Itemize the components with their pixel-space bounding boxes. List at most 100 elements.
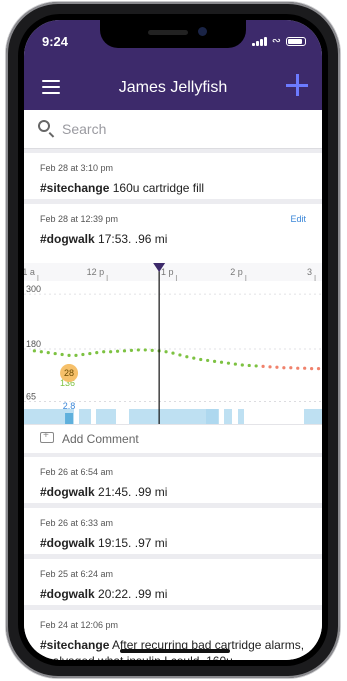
glucose-chart-svg: 11 a12 p1 p2 p330018065136282.8: [24, 263, 322, 424]
glucose-point: [275, 365, 279, 369]
glucose-point: [310, 367, 314, 371]
phone-frame: 9:24 ∾ James Jellyfish Search Feb 28 at …: [6, 2, 340, 678]
entry-date: Feb 26 at 6:33 am: [40, 518, 114, 528]
y-tick-label: 300: [26, 284, 41, 294]
glucose-point: [254, 364, 258, 368]
glucose-point: [109, 350, 113, 354]
entry-date: Feb 24 at 12:06 pm: [40, 620, 119, 630]
app-bar: James Jellyfish: [24, 64, 322, 110]
glucose-point: [122, 349, 127, 353]
y-tick-label: 65: [26, 392, 36, 402]
entry-text: #dogwalk 21:45. .99 mi: [40, 484, 310, 500]
entry-body: 17:53. .96 mi: [98, 232, 168, 246]
glucose-point: [199, 357, 203, 362]
status-time: 9:24: [42, 34, 69, 49]
glucose-point: [102, 350, 106, 354]
insulin-basal-bar: [129, 409, 219, 424]
glucose-point: [185, 355, 189, 359]
x-tick-label: 11 a: [24, 267, 35, 277]
status-icons: ∾: [251, 35, 306, 47]
glucose-point: [88, 351, 92, 356]
glucose-point: [53, 351, 57, 356]
entry-tag[interactable]: #sitechange: [40, 181, 109, 195]
entry-tag[interactable]: #dogwalk: [40, 485, 95, 499]
entry-tag[interactable]: #dogwalk: [40, 536, 95, 550]
add-comment-icon: [40, 430, 54, 443]
glucose-point: [150, 348, 154, 352]
list-item-expanded[interactable]: Feb 28 at 12:39 pm Edit #dogwalk 17:53. …: [24, 204, 322, 263]
phone-bezel: 9:24 ∾ James Jellyfish Search Feb 28 at …: [18, 14, 328, 666]
carbs-label: 28: [64, 368, 74, 378]
glucose-point: [219, 360, 224, 364]
insulin-basal-bar: [224, 409, 232, 424]
glucose-point: [60, 352, 64, 357]
entry-body: 19:15. .97 mi: [98, 536, 168, 550]
x-tick-label: 1 p: [161, 267, 174, 277]
insulin-basal-bar: [79, 409, 91, 424]
entry-tag[interactable]: #dogwalk: [40, 232, 95, 246]
search-bar: [24, 110, 322, 149]
glucose-point: [226, 361, 231, 365]
glucose-point: [206, 358, 210, 363]
list-item[interactable]: Feb 25 at 6:24 am #dogwalk 20:22. .99 mi: [24, 559, 322, 605]
entry-body: 21:45. .99 mi: [98, 485, 168, 499]
entry-text: #dogwalk 20:22. .99 mi: [40, 586, 310, 602]
add-icon[interactable]: [286, 74, 308, 96]
glucose-point: [81, 352, 85, 357]
glucose-point: [240, 363, 244, 367]
chart-background: [24, 263, 322, 424]
glucose-point: [171, 351, 175, 355]
edit-button[interactable]: Edit: [290, 214, 306, 224]
y-tick-label: 180: [26, 339, 41, 349]
status-bar: 9:24 ∾: [24, 20, 322, 64]
speaker-grille: [148, 30, 188, 35]
entry-date: Feb 26 at 6:54 am: [40, 467, 114, 477]
home-indicator: [120, 649, 230, 653]
front-camera: [198, 27, 207, 36]
glucose-point: [74, 353, 78, 357]
glucose-point: [192, 356, 196, 360]
entry-tag[interactable]: #sitechange: [40, 638, 109, 652]
search-icon: [38, 120, 50, 132]
glucose-point: [178, 353, 182, 357]
app-screen: 9:24 ∾ James Jellyfish Search Feb 28 at …: [24, 20, 322, 660]
glucose-point: [247, 363, 251, 368]
glucose-point: [46, 351, 50, 355]
insulin-bolus-bar: [65, 413, 74, 424]
insulin-label: 2.8: [63, 401, 76, 411]
x-tick-label: 2 p: [230, 267, 243, 277]
x-tick-label: 12 p: [87, 267, 105, 277]
glucose-point: [296, 366, 300, 370]
list-item[interactable]: Feb 28 at 3:10 pm #sitechange 160u cartr…: [24, 153, 322, 199]
glucose-point: [136, 348, 140, 352]
glucose-point: [32, 349, 36, 353]
signal-icon: [251, 36, 267, 46]
entry-text: #dogwalk 17:53. .96 mi: [40, 231, 310, 247]
entry-date: Feb 25 at 6:24 am: [40, 569, 114, 579]
insulin-basal-bar: [206, 409, 218, 424]
glucose-point: [233, 362, 237, 366]
entry-date: Feb 28 at 3:10 pm: [40, 163, 114, 173]
list-item[interactable]: Feb 26 at 6:33 am #dogwalk 19:15. .97 mi: [24, 508, 322, 554]
entry-body: 20:22. .99 mi: [98, 587, 168, 601]
x-tick-label: 3: [307, 267, 312, 277]
glucose-point: [95, 351, 99, 355]
app-title: James Jellyfish: [118, 79, 228, 96]
notch: [100, 20, 246, 48]
glucose-chart[interactable]: 11 a12 p1 p2 p330018065136282.8: [24, 263, 322, 424]
glucose-point: [268, 365, 272, 369]
glucose-point: [282, 366, 286, 370]
glucose-point: [164, 350, 168, 354]
search-input[interactable]: [62, 118, 302, 140]
glucose-point: [67, 353, 71, 357]
wifi-icon: ∾: [271, 35, 281, 47]
add-comment-button[interactable]: Add Comment: [24, 424, 322, 453]
glucose-point: [212, 359, 217, 363]
glucose-point: [39, 350, 43, 354]
entry-text: #sitechange 160u cartridge fill: [40, 180, 310, 196]
entry-body: 160u cartridge fill: [112, 181, 205, 195]
list-item[interactable]: Feb 26 at 6:54 am #dogwalk 21:45. .99 mi: [24, 457, 322, 503]
entry-date: Feb 28 at 12:39 pm: [40, 214, 119, 224]
add-comment-label: Add Comment: [62, 432, 139, 446]
entry-tag[interactable]: #dogwalk: [40, 587, 95, 601]
